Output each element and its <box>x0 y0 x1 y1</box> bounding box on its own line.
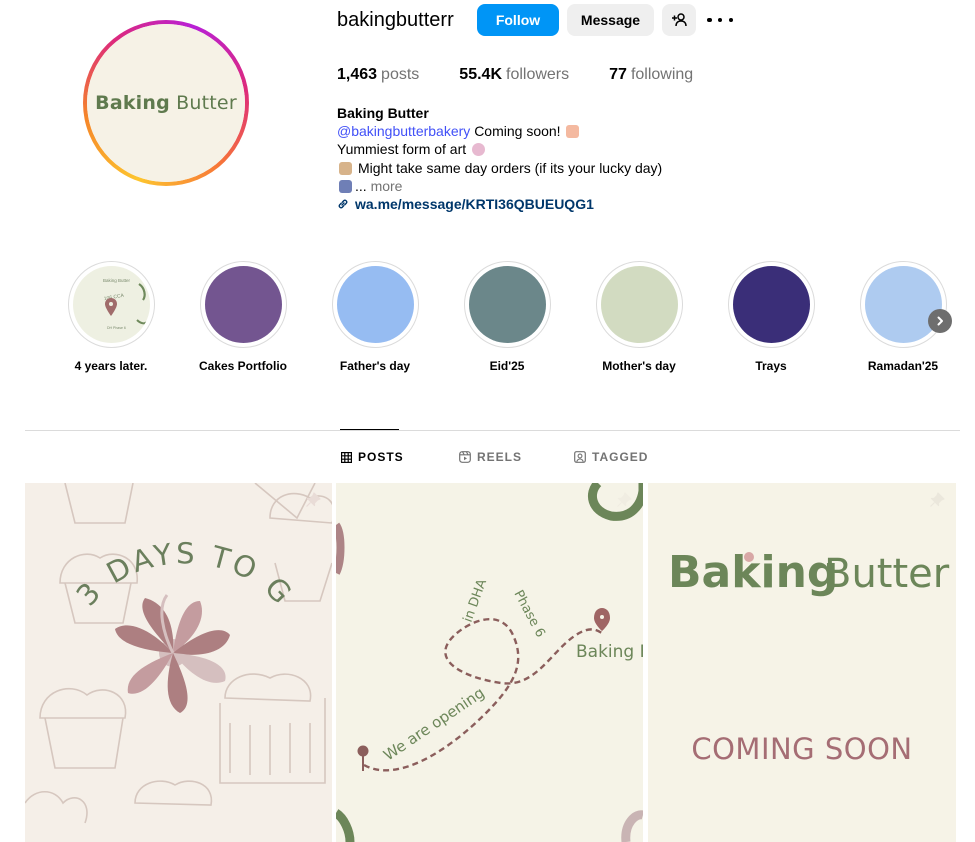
pin-icon <box>930 492 945 507</box>
bio-line3-text: Might take same day orders (if its your … <box>358 159 663 176</box>
highlight-label: Father's day <box>339 359 411 373</box>
profile-avatar[interactable]: Baking Butter <box>83 20 249 186</box>
flower-dot-icon <box>744 552 754 562</box>
post3-coming-soon: COMING SOON <box>691 732 912 766</box>
highlight-label: Ramadan'25 <box>867 359 939 373</box>
highlights-next-button[interactable] <box>928 309 952 333</box>
message-button[interactable]: Message <box>567 4 654 36</box>
highlight-item[interactable]: Cakes Portfolio <box>193 261 293 373</box>
more-options-icon[interactable] <box>707 12 733 28</box>
bio-line2-text: Yummiest form of art <box>337 141 467 158</box>
profile-username: bakingbutterr <box>337 9 454 31</box>
highlight-label: Eid'25 <box>489 359 525 373</box>
tab-reels[interactable]: REELS <box>459 450 522 464</box>
post-tile[interactable]: We are opening in DHA Phase 6 Baking B <box>336 483 643 842</box>
post2-opening-text: We are opening <box>380 684 488 765</box>
highlight-label: Cakes Portfolio <box>198 359 288 373</box>
highlight-item[interactable]: Mother's day <box>589 261 689 373</box>
bio-mention-link[interactable]: @bakingbutterbakery <box>337 123 470 139</box>
palette-emoji-icon <box>472 143 486 157</box>
highlight-cover: Baking Butter 106 CCA DH Phase 6 <box>72 266 150 343</box>
svg-text:Baking Butter: Baking Butter <box>103 278 131 283</box>
bio-name: Baking Butter <box>337 105 429 121</box>
profile-stats: 1,463 posts 55.4K followers 77 following <box>337 66 733 84</box>
highlight-cover <box>204 266 282 343</box>
post2-dha-text: in DHA <box>461 577 490 624</box>
pin-icon <box>617 492 632 507</box>
post1-countdown-text: 3 DAYS TO GO! <box>25 483 300 612</box>
post-tile[interactable]: 3 DAYS TO GO! <box>25 483 332 842</box>
highlight-cover <box>732 266 810 343</box>
reels-icon <box>459 451 471 463</box>
bio-website-link[interactable]: wa.me/message/KRTI36QBUEUQG1 <box>337 195 757 213</box>
suggested-accounts-button[interactable] <box>662 4 696 36</box>
person-plus-icon <box>672 13 687 27</box>
followers-count[interactable]: 55.4K followers <box>459 66 569 84</box>
post2-brand-text: Baking B <box>576 642 643 662</box>
post2-phase-text: Phase 6 <box>510 588 547 640</box>
pin-icon <box>306 492 321 507</box>
highlight-item[interactable]: Trays <box>721 261 821 373</box>
highlight-cover <box>336 266 414 343</box>
following-count[interactable]: 77 following <box>609 66 693 84</box>
highlight-item[interactable]: Eid'25 <box>457 261 557 373</box>
link-icon <box>338 199 348 209</box>
svg-text:DH Phase 6: DH Phase 6 <box>107 326 126 330</box>
bio-more-link[interactable]: more <box>371 178 403 194</box>
profile-bio: Baking Butter @bakingbutterbakery Coming… <box>337 104 757 213</box>
grid-icon <box>341 451 352 463</box>
highlight-cover <box>864 266 942 343</box>
post-image: 3 DAYS TO GO! <box>25 483 332 824</box>
bio-line1-text: Coming soon! <box>474 123 561 140</box>
clipboard-emoji-icon <box>339 161 352 175</box>
heart-hands-emoji-icon <box>566 125 580 139</box>
bio-ellipsis: ... <box>355 177 367 194</box>
highlight-cover <box>468 266 546 343</box>
highlight-label: Trays <box>755 359 787 373</box>
active-tab-indicator <box>340 429 399 430</box>
avatar-logo: Baking Butter <box>95 92 237 114</box>
posts-count: 1,463 posts <box>337 66 420 83</box>
tabs-divider <box>25 430 960 431</box>
chevron-right-icon <box>937 316 943 326</box>
highlight-label: Mother's day <box>602 359 676 373</box>
post-tile[interactable]: Baking Butter COMING SOON <box>648 483 956 842</box>
highlight-item[interactable]: Baking Butter 106 CCA DH Phase 6 4 years… <box>61 261 161 373</box>
swirl-flower-icon <box>115 594 230 713</box>
tab-tagged[interactable]: TAGGED <box>574 450 648 464</box>
highlight-label: 4 years later. <box>74 359 148 373</box>
tab-posts[interactable]: POSTS <box>341 450 404 464</box>
post-image: Baking Butter COMING SOON <box>668 547 950 766</box>
post-image: We are opening in DHA Phase 6 Baking B <box>336 483 643 842</box>
highlight-item[interactable]: Father's day <box>325 261 425 373</box>
car-emoji-icon <box>339 179 352 193</box>
follow-button[interactable]: Follow <box>477 4 559 36</box>
post3-brand-light: Butter <box>824 551 950 597</box>
highlight-cover <box>600 266 678 343</box>
tagged-person-icon <box>574 451 586 463</box>
